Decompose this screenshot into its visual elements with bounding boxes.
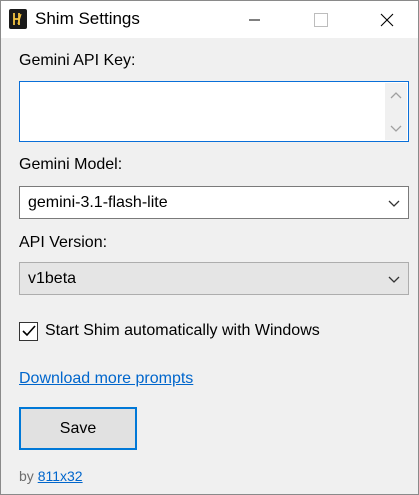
minimize-button[interactable] xyxy=(232,1,278,38)
api-version-label: API Version: xyxy=(19,234,108,251)
footer-prefix: by xyxy=(19,468,34,484)
author-link[interactable]: 811x32 xyxy=(38,468,83,484)
autostart-checkbox[interactable] xyxy=(19,321,38,341)
chevron-down-icon xyxy=(388,200,400,207)
maximize-button[interactable] xyxy=(298,1,344,38)
settings-window: Shim Settings Gemini API Key: Gemini Mod… xyxy=(0,0,419,495)
app-icon xyxy=(9,9,27,29)
footer-credit: by 811x32 xyxy=(19,468,83,484)
title-bar[interactable]: Shim Settings xyxy=(1,1,418,38)
maximize-icon xyxy=(314,12,328,27)
close-icon xyxy=(380,13,394,26)
model-label: Gemini Model: xyxy=(19,156,123,173)
api-version-select[interactable]: v1beta xyxy=(19,262,409,295)
scroll-up-icon[interactable] xyxy=(385,86,407,104)
api-key-scrollbar[interactable] xyxy=(385,83,407,140)
model-select[interactable]: gemini-3.1-flash-lite xyxy=(19,186,409,219)
scroll-down-icon[interactable] xyxy=(385,120,407,138)
minimize-icon xyxy=(249,19,260,20)
download-prompts-link[interactable]: Download more prompts xyxy=(19,370,193,388)
api-key-label: Gemini API Key: xyxy=(19,52,136,69)
api-key-input[interactable] xyxy=(19,81,409,142)
window-title: Shim Settings xyxy=(35,9,140,28)
checkmark-icon xyxy=(21,325,36,337)
save-button[interactable]: Save xyxy=(19,407,137,450)
autostart-option[interactable]: Start Shim automatically with Windows xyxy=(19,319,320,343)
api-version-select-value: v1beta xyxy=(28,269,77,287)
chevron-down-icon xyxy=(388,276,400,283)
model-select-value: gemini-3.1-flash-lite xyxy=(28,193,168,211)
autostart-label[interactable]: Start Shim automatically with Windows xyxy=(45,322,320,340)
close-button[interactable] xyxy=(364,1,410,38)
